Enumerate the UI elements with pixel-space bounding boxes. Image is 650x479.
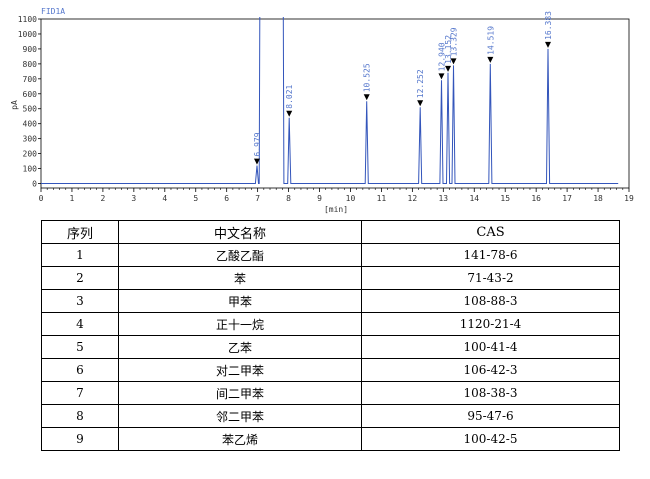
chart-peaks-group: 6.9798.02110.525 12.25212.94013.15213.329… <box>253 11 553 165</box>
cell-cas: 95-47-6 <box>361 404 620 428</box>
table-row: 3 甲苯 108-88-3 <box>41 289 620 313</box>
peak-label: 12.252 <box>416 69 425 98</box>
x-tick-label: 4 <box>162 194 167 203</box>
peak-label: 13.329 <box>449 27 458 56</box>
y-tick-label: 1000 <box>18 30 37 39</box>
y-tick-label: 300 <box>23 135 38 144</box>
table-row: 9 苯乙烯 100-42-5 <box>41 427 620 451</box>
y-tick-label: 1100 <box>18 15 37 24</box>
table-body: 1 乙酸乙酯 141-78-6 2 苯 71-43-2 3 甲苯 108-88-3 4 正十一烷 11… <box>41 243 620 451</box>
y-tick-label: 700 <box>23 75 38 84</box>
cell-chinese-name: 乙苯 <box>118 335 362 359</box>
header-cas: CAS <box>361 220 620 244</box>
x-tick-label: 5 <box>193 194 198 203</box>
peak-marker <box>545 41 552 48</box>
cell-cas: 100-41-4 <box>361 335 620 359</box>
y-tick-label: 500 <box>23 105 38 114</box>
header-chinese-name: 中文名称 <box>118 220 362 244</box>
y-tick-label: 100 <box>23 165 38 174</box>
x-tick-label: 10 <box>346 194 356 203</box>
cell-chinese-name: 甲苯 <box>118 289 362 313</box>
peak-label: 6.979 <box>253 132 262 156</box>
peak-marker <box>417 100 424 107</box>
x-tick-label: 17 <box>562 194 572 203</box>
peak-marker <box>363 94 370 101</box>
cell-chinese-name: 邻二甲苯 <box>118 404 362 428</box>
table-row: 8 邻二甲苯 95-47-6 <box>41 404 620 428</box>
peak-label: 16.383 <box>544 11 553 40</box>
y-tick-label: 0 <box>32 180 37 189</box>
x-tick-label: 0 <box>39 194 44 203</box>
y-tick-label: 800 <box>23 60 38 69</box>
peak-label: 8.021 <box>285 84 294 108</box>
x-tick-label: 12 <box>408 194 418 203</box>
table-row: 2 苯 71-43-2 <box>41 266 620 290</box>
x-axis-label: [min] <box>324 205 348 214</box>
x-tick-label: 11 <box>377 194 387 203</box>
x-tick-label: 3 <box>131 194 136 203</box>
x-tick-label: 9 <box>317 194 322 203</box>
cell-index: 2 <box>41 266 119 290</box>
cell-index: 3 <box>41 289 119 313</box>
peak-label: 10.525 <box>363 63 372 92</box>
peak-marker <box>487 56 494 63</box>
cell-index: 8 <box>41 404 119 428</box>
table-row: 6 对二甲苯 106-42-3 <box>41 358 620 382</box>
chromatogram-chart: FID1A 0100200300400500600700800900100011… <box>10 7 634 214</box>
x-tick-label: 15 <box>500 194 510 203</box>
cell-cas: 106-42-3 <box>361 358 620 382</box>
cell-cas: 1120-21-4 <box>361 312 620 336</box>
x-tick-label: 1 <box>70 194 75 203</box>
y-tick-label: 900 <box>23 45 38 54</box>
x-tick-label: 14 <box>469 194 479 203</box>
table-header-row: 序列 中文名称 CAS <box>41 220 620 244</box>
x-tick-label: 13 <box>438 194 448 203</box>
cell-index: 6 <box>41 358 119 382</box>
cell-index: 7 <box>41 381 119 405</box>
peak-marker <box>286 110 293 117</box>
y-axis-label: pA <box>10 100 19 110</box>
x-tick-label: 7 <box>255 194 260 203</box>
table-row: 7 间二甲苯 108-38-3 <box>41 381 620 405</box>
compound-table: 序列 中文名称 CAS 1 乙酸乙酯 141-78-6 2 苯 71-43-2 3 甲苯 108… <box>41 220 620 451</box>
table-row: 1 乙酸乙酯 141-78-6 <box>41 243 620 267</box>
x-tick-label: 8 <box>286 194 291 203</box>
cell-chinese-name: 正十一烷 <box>118 312 362 336</box>
cell-cas: 141-78-6 <box>361 243 620 267</box>
x-tick-label: 18 <box>593 194 603 203</box>
x-tick-label: 2 <box>100 194 105 203</box>
cell-chinese-name: 乙酸乙酯 <box>118 243 362 267</box>
cell-chinese-name: 间二甲苯 <box>118 381 362 405</box>
peak-marker <box>438 73 445 80</box>
y-tick-label: 600 <box>23 90 38 99</box>
y-tick-label: 200 <box>23 150 38 159</box>
plot-frame <box>40 18 630 189</box>
cell-cas: 100-42-5 <box>361 427 620 451</box>
table-row: 5 乙苯 100-41-4 <box>41 335 620 359</box>
x-tick-label: 19 <box>624 194 634 203</box>
peak-label: 14.519 <box>486 26 495 55</box>
cell-chinese-name: 苯 <box>118 266 362 290</box>
cell-cas: 108-38-3 <box>361 381 620 405</box>
cell-index: 1 <box>41 243 119 267</box>
channel-label: FID1A <box>41 7 65 16</box>
cell-cas: 71-43-2 <box>361 266 620 290</box>
chart-axes: 0100200300400500600700800900100011000 1 2 3… <box>18 15 634 203</box>
x-tick-label: 16 <box>531 194 541 203</box>
y-tick-label: 400 <box>23 120 38 129</box>
cell-chinese-name: 苯乙烯 <box>118 427 362 451</box>
chromatogram-trace <box>41 16 619 184</box>
cell-index: 9 <box>41 427 119 451</box>
chart-trace-group <box>41 16 619 184</box>
table-row: 4 正十一烷 1120-21-4 <box>41 312 620 336</box>
cell-index: 5 <box>41 335 119 359</box>
cell-cas: 108-88-3 <box>361 289 620 313</box>
cell-chinese-name: 对二甲苯 <box>118 358 362 382</box>
x-tick-label: 6 <box>224 194 229 203</box>
header-index: 序列 <box>41 220 119 244</box>
cell-index: 4 <box>41 312 119 336</box>
